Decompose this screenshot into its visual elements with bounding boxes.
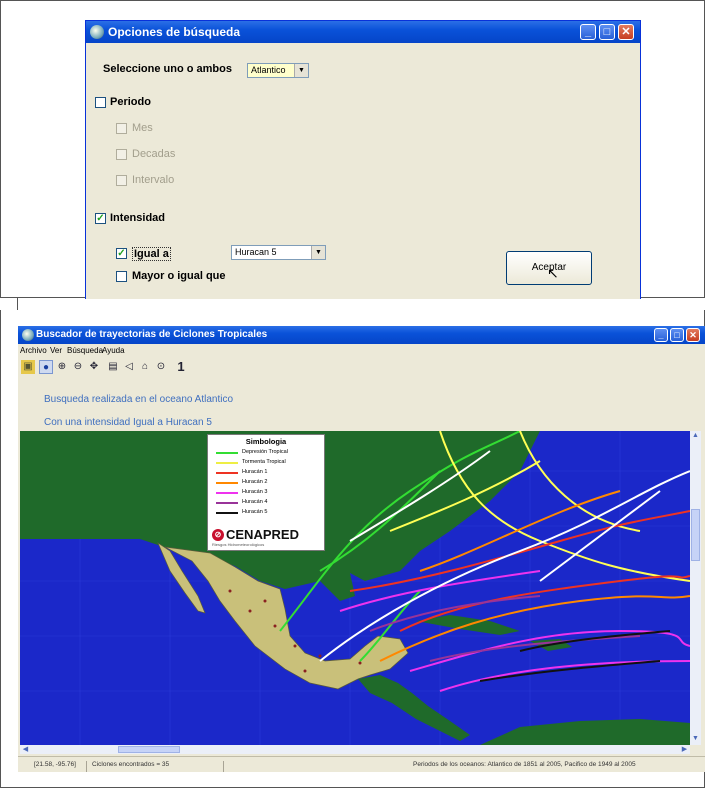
dialog-titlebar[interactable]: Opciones de búsqueda _ □ ✕ bbox=[86, 21, 640, 43]
legend-swatch bbox=[216, 492, 238, 494]
periodo-label: Periodo bbox=[110, 96, 151, 108]
close-icon[interactable]: ✕ bbox=[686, 328, 700, 342]
scroll-right-icon[interactable]: ▶ bbox=[680, 745, 689, 753]
legend-label: Huracán 4 bbox=[242, 499, 268, 505]
intensidad-label: Intensidad bbox=[110, 212, 166, 224]
map-view[interactable]: Simbologia Depresión Tropical Tormenta T… bbox=[20, 431, 690, 745]
globe-icon[interactable]: ● bbox=[39, 360, 53, 374]
zoom-in-icon[interactable]: ⊕ bbox=[55, 360, 69, 374]
decadas-label: Decadas bbox=[132, 148, 176, 160]
cenapred-icon: ⊘ bbox=[212, 529, 224, 541]
status-coordinates: [21.58, -95.76] bbox=[34, 761, 76, 768]
legend-title: Simbologia bbox=[245, 437, 287, 446]
legend-swatch bbox=[216, 452, 238, 454]
minimize-icon[interactable]: _ bbox=[654, 328, 668, 342]
select-label: Seleccione uno o ambos bbox=[103, 63, 232, 75]
mes-checkbox[interactable] bbox=[116, 123, 127, 134]
clear-icon[interactable]: ⌂ bbox=[138, 360, 152, 374]
central-america bbox=[358, 675, 470, 741]
mes-label: Mes bbox=[132, 122, 153, 134]
logo-tagline: Riesgos Hidrometeorológicos bbox=[212, 542, 265, 547]
toolbar: ▣ ● ⊕ ⊖ ✥ ▤ ◁ ⌂ ⊙ 1 bbox=[18, 358, 705, 378]
gap-line bbox=[17, 298, 18, 310]
maximize-icon[interactable]: □ bbox=[599, 24, 615, 40]
app-titlebar[interactable]: Buscador de trayectorias de Ciclones Tro… bbox=[18, 326, 705, 344]
legend-swatch bbox=[216, 502, 238, 504]
menu-ayuda[interactable]: Ayuda bbox=[102, 346, 125, 355]
section-gap bbox=[0, 298, 705, 310]
scroll-up-icon[interactable]: ▲ bbox=[691, 432, 700, 439]
status-bar: [21.58, -95.76] Ciclones encontrados = 3… bbox=[18, 756, 705, 772]
save-icon[interactable]: ▣ bbox=[21, 360, 35, 374]
search-options-dialog: Opciones de búsqueda _ □ ✕ Seleccione un… bbox=[85, 20, 641, 299]
decadas-checkbox[interactable] bbox=[116, 149, 127, 160]
legend-swatch bbox=[216, 482, 238, 484]
mayor-label: Mayor o igual que bbox=[132, 270, 226, 282]
legend-swatch bbox=[216, 512, 238, 514]
scroll-left-icon[interactable]: ◀ bbox=[21, 745, 30, 753]
target-icon[interactable]: ⊙ bbox=[154, 360, 168, 374]
legend-label: Tormenta Tropical bbox=[242, 459, 286, 465]
legend-swatch bbox=[216, 462, 238, 464]
legend-swatch bbox=[216, 472, 238, 474]
legend-label: Huracán 1 bbox=[242, 469, 268, 475]
map-svg bbox=[20, 431, 690, 745]
app-icon bbox=[22, 329, 34, 341]
legend-label: Huracán 5 bbox=[242, 509, 268, 515]
igual-checkbox[interactable]: ✓ bbox=[116, 248, 127, 259]
intensity-select-value: Huracan 5 bbox=[235, 247, 277, 257]
cyclone-browser-window: Buscador de trayectorias de Ciclones Tro… bbox=[18, 326, 705, 772]
south-america bbox=[480, 719, 690, 745]
periodo-checkbox[interactable] bbox=[95, 97, 106, 108]
chevron-down-icon[interactable]: ▼ bbox=[311, 246, 325, 259]
horizontal-scrollbar[interactable]: ◀ ▶ bbox=[20, 745, 690, 754]
map-legend: Simbologia Depresión Tropical Tormenta T… bbox=[207, 434, 325, 551]
status-periods: Periodos de los oceanos: Atlantico de 18… bbox=[413, 761, 636, 768]
app-icon bbox=[90, 25, 104, 39]
menu-ver[interactable]: Ver bbox=[50, 346, 62, 355]
close-icon[interactable]: ✕ bbox=[618, 24, 634, 40]
vertical-scroll-thumb[interactable] bbox=[691, 509, 700, 561]
legend-label: Huracán 2 bbox=[242, 479, 268, 485]
info-icon[interactable]: 1 bbox=[174, 360, 188, 374]
maximize-icon[interactable]: □ bbox=[670, 328, 684, 342]
intensidad-checkbox[interactable]: ✓ bbox=[95, 213, 106, 224]
logo-name: CENAPRED bbox=[226, 527, 299, 542]
minimize-icon[interactable]: _ bbox=[580, 24, 596, 40]
pan-icon[interactable]: ✥ bbox=[87, 360, 101, 374]
menu-busqueda[interactable]: Búsqueda bbox=[67, 346, 103, 355]
horizontal-scroll-thumb[interactable] bbox=[118, 746, 180, 753]
vertical-scrollbar[interactable]: ▲ ▼ bbox=[690, 431, 701, 745]
legend-label: Depresión Tropical bbox=[242, 449, 288, 455]
print-icon[interactable]: ▤ bbox=[106, 360, 120, 374]
scroll-down-icon[interactable]: ▼ bbox=[691, 735, 700, 742]
mouse-cursor-icon: ↖ bbox=[547, 265, 559, 281]
dialog-title: Opciones de búsqueda bbox=[108, 25, 241, 39]
igual-label: Igual a bbox=[132, 247, 171, 261]
search-ocean-info: Busqueda realizada en el oceano Atlantic… bbox=[44, 394, 234, 405]
app-title: Buscador de trayectorias de Ciclones Tro… bbox=[36, 329, 268, 340]
intervalo-label: Intervalo bbox=[132, 174, 175, 186]
legend-label: Huracán 3 bbox=[242, 489, 268, 495]
chevron-down-icon[interactable]: ▼ bbox=[294, 64, 308, 77]
menu-bar: Archivo Ver Búsqueda Ayuda bbox=[18, 344, 705, 358]
cenapred-logo: ⊘ CENAPRED Riesgos Hidrometeorológicos bbox=[212, 527, 320, 549]
status-cyclone-count: Ciclones encontrados = 35 bbox=[92, 761, 170, 768]
menu-archivo[interactable]: Archivo bbox=[20, 346, 47, 355]
intensity-select[interactable]: Huracan 5 ▼ bbox=[231, 245, 326, 260]
search-intensity-info: Con una intensidad Igual a Huracan 5 bbox=[44, 417, 212, 428]
zoom-out-icon[interactable]: ⊖ bbox=[71, 360, 85, 374]
ocean-select[interactable]: Atlantico ▼ bbox=[247, 63, 309, 78]
back-icon[interactable]: ◁ bbox=[122, 360, 136, 374]
status-separator bbox=[86, 761, 87, 772]
status-separator bbox=[223, 761, 224, 772]
ocean-select-value: Atlantico bbox=[251, 65, 286, 75]
intervalo-checkbox[interactable] bbox=[116, 175, 127, 186]
mayor-checkbox[interactable] bbox=[116, 271, 127, 282]
